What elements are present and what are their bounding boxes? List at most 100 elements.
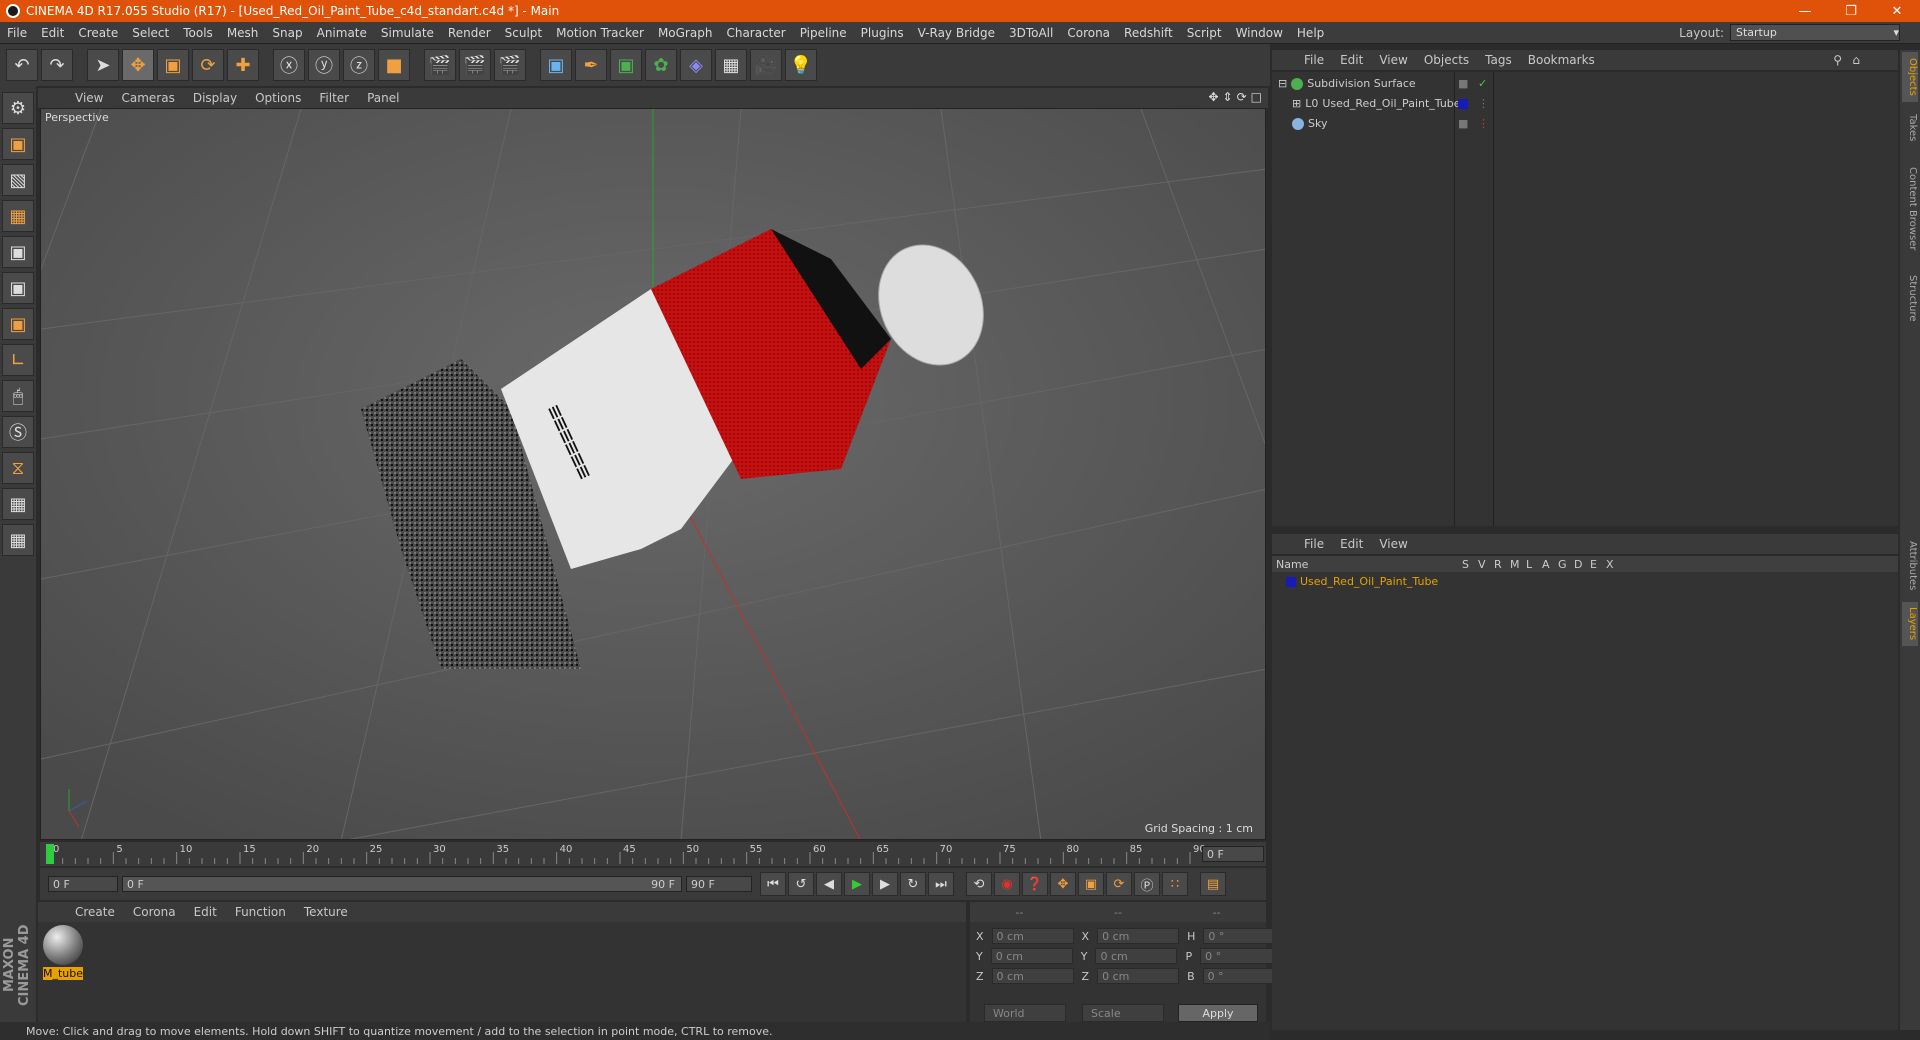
menu-motion-tracker[interactable]: Motion Tracker [549, 26, 651, 40]
object-menu-view[interactable]: View [1371, 53, 1415, 67]
snap-button[interactable]: ⧖ [2, 452, 34, 484]
menu-plugins[interactable]: Plugins [854, 26, 911, 40]
material-swatch[interactable]: M_tube [43, 925, 83, 980]
prev-key-button[interactable]: ↺ [788, 872, 814, 896]
size-z-field[interactable]: 0 cm [1097, 968, 1180, 984]
minimize-button[interactable]: — [1782, 0, 1828, 22]
viewport-menu-filter[interactable]: Filter [310, 91, 358, 105]
restore-button[interactable]: ❐ [1828, 0, 1874, 22]
material-menu-edit[interactable]: Edit [185, 905, 226, 919]
position-y-field[interactable]: 0 cm [990, 948, 1073, 964]
next-key-button[interactable]: ↻ [900, 872, 926, 896]
quantize-button[interactable]: ▦ [2, 524, 34, 556]
menu-character[interactable]: Character [719, 26, 792, 40]
material-menu-texture[interactable]: Texture [295, 905, 357, 919]
maximize-view-icon[interactable]: □ [1251, 90, 1262, 104]
edges-mode-button[interactable]: ▣ [2, 272, 34, 304]
close-button[interactable]: ✕ [1874, 0, 1920, 22]
menu-redshift[interactable]: Redshift [1117, 26, 1180, 40]
search-icon[interactable]: ⚲ [1833, 53, 1842, 67]
redo-button[interactable]: ↷ [41, 49, 73, 81]
axis-mode-button[interactable]: ∟ [2, 344, 34, 376]
add-pen-button[interactable]: ✒ [575, 49, 607, 81]
key-scale-button[interactable]: ▣ [1078, 872, 1104, 896]
add-deformer-button[interactable]: ◈ [680, 49, 712, 81]
autokey-button[interactable]: ❓ [1022, 872, 1048, 896]
transform-tool-button[interactable]: ✚ [227, 49, 259, 81]
playhead[interactable] [46, 844, 54, 864]
menu-select[interactable]: Select [125, 26, 176, 40]
key-position-button[interactable]: ✥ [1050, 872, 1076, 896]
menu-pipeline[interactable]: Pipeline [793, 26, 854, 40]
viewport-menu-panel[interactable]: Panel [358, 91, 408, 105]
dolly-view-icon[interactable]: ⇕ [1223, 90, 1233, 104]
play-button[interactable]: ▶ [844, 872, 870, 896]
add-camera-button[interactable]: 🎥 [750, 49, 782, 81]
timeline-ruler[interactable]: 0 5 10 15 20 25 30 35 40 45 50 55 60 65 70 75 80 85 90 0 F [40, 842, 1266, 866]
object-row[interactable]: ⊟ Subdivision Surface ■ ✓ [1272, 74, 1898, 93]
menu-create[interactable]: Create [71, 26, 125, 40]
material-menu-corona[interactable]: Corona [124, 905, 185, 919]
add-subdivision-button[interactable]: ▣ [610, 49, 642, 81]
tweak-mode-button[interactable]: 🖱 [2, 380, 34, 412]
goto-end-button[interactable]: ⏭ [928, 872, 954, 896]
record-keys-button[interactable]: ◉ [994, 872, 1020, 896]
points-mode-button[interactable]: ▣ [2, 236, 34, 268]
motion-path-button[interactable]: ⟲ [966, 872, 992, 896]
layer-color-swatch[interactable] [1286, 576, 1296, 587]
size-x-field[interactable]: 0 cm [1097, 928, 1180, 944]
menu-help[interactable]: Help [1290, 26, 1331, 40]
home-icon[interactable]: ⌂ [1852, 53, 1860, 67]
current-frame-field[interactable]: 0 F [1202, 846, 1264, 862]
layer-menu-edit[interactable]: Edit [1332, 537, 1371, 551]
y-axis-lock-button[interactable]: ⓨ [308, 49, 340, 81]
material-menu-create[interactable]: Create [66, 905, 124, 919]
rotation-h-field[interactable]: 0 ° [1203, 928, 1278, 944]
add-light-button[interactable]: 💡 [785, 49, 817, 81]
size-y-field[interactable]: 0 cm [1095, 948, 1178, 964]
coordinate-system-button[interactable]: ■ [378, 49, 410, 81]
rotation-b-field[interactable]: 0 ° [1202, 968, 1277, 984]
menu-corona[interactable]: Corona [1060, 26, 1117, 40]
tab-structure[interactable]: Structure [1902, 270, 1918, 326]
menu-script[interactable]: Script [1180, 26, 1229, 40]
layer-color-swatch[interactable] [1458, 98, 1468, 109]
rotate-view-icon[interactable]: ⟳ [1237, 90, 1247, 104]
frame-range-slider[interactable]: 0 F 90 F [122, 876, 682, 892]
render-view-button[interactable]: 🎬 [424, 49, 456, 81]
solo-button[interactable]: Ⓢ [2, 416, 34, 448]
edit-render-settings-button[interactable]: 🎬 [494, 49, 526, 81]
material-menu-function[interactable]: Function [226, 905, 295, 919]
collapse-icon[interactable]: ⊟ [1278, 77, 1287, 90]
x-axis-lock-button[interactable]: ⓧ [273, 49, 305, 81]
visibility-dots-icon[interactable]: ■ [1458, 77, 1468, 90]
menu-3dtoall[interactable]: 3DToAll [1002, 26, 1060, 40]
key-parameter-button[interactable]: Ⓟ [1134, 872, 1160, 896]
menu-sculpt[interactable]: Sculpt [498, 26, 549, 40]
key-point-level-button[interactable]: ∷ [1162, 872, 1188, 896]
position-x-field[interactable]: 0 cm [991, 928, 1074, 944]
menu-simulate[interactable]: Simulate [374, 26, 441, 40]
menu-window[interactable]: Window [1229, 26, 1290, 40]
goto-start-button[interactable]: ⏮ [760, 872, 786, 896]
viewport-menu-options[interactable]: Options [246, 91, 310, 105]
menu-tools[interactable]: Tools [176, 26, 220, 40]
visibility-dots-icon[interactable]: ⋮ [1478, 97, 1489, 110]
add-mograph-button[interactable]: ✿ [645, 49, 677, 81]
add-cube-button[interactable]: ▣ [540, 49, 572, 81]
tab-layers[interactable]: Layers [1902, 602, 1918, 646]
menu-snap[interactable]: Snap [265, 26, 309, 40]
enabled-dots-icon[interactable]: ⋮ [1478, 117, 1489, 130]
z-axis-lock-button[interactable]: ⓩ [343, 49, 375, 81]
layer-menu-view[interactable]: View [1371, 537, 1415, 551]
layer-row[interactable]: Used_Red_Oil_Paint_Tube [1272, 572, 1898, 591]
menu-mesh[interactable]: Mesh [220, 26, 266, 40]
viewport-menu-cameras[interactable]: Cameras [112, 91, 183, 105]
model-mode-button[interactable]: ▣ [2, 128, 34, 160]
object-row[interactable]: Sky ■ ⋮ [1272, 114, 1898, 133]
enabled-check-icon[interactable]: ✓ [1478, 77, 1487, 90]
object-menu-file[interactable]: File [1296, 53, 1332, 67]
timeline-window-button[interactable]: ▤ [1200, 872, 1226, 896]
perspective-viewport[interactable]: ≡≡≡≡≡≡ Perspective Grid Spacing : 1 cm [40, 108, 1266, 840]
workplane-mode-button[interactable]: ▦ [2, 200, 34, 232]
